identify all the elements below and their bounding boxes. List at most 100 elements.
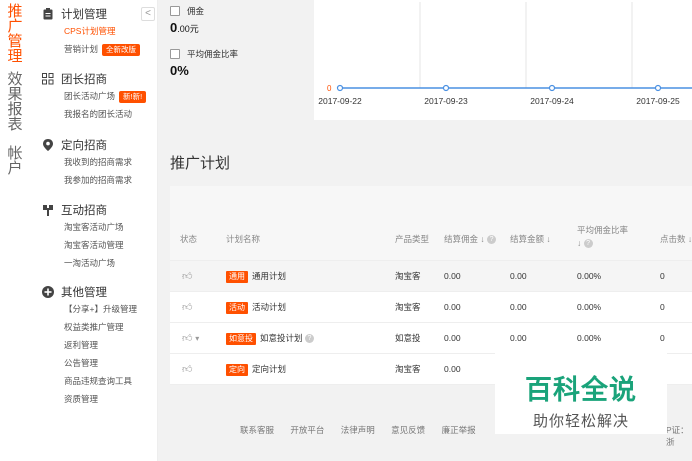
plan-name-cell[interactable]: 如意投 如意投计划 ? <box>226 323 314 354</box>
table-header: 状态 计划名称 产品类型 结算佣金 ↓ ? 结算金额 ↓ 平均佣金比率 ↓ ? 点… <box>170 186 692 261</box>
sidebar-item-violation-query[interactable]: 商品违规查询工具 <box>42 372 157 390</box>
data-point <box>336 84 344 92</box>
table-row[interactable]: 👍︎ ▾ 如意投 如意投计划 ? 如意投 0.00 0.00 0.00% 0 <box>170 323 692 354</box>
footer-link-support[interactable]: 联系客服 <box>240 425 274 435</box>
footer-license: P证：浙 <box>666 425 689 447</box>
plus-circle-icon <box>42 286 54 298</box>
trend-chart: 0 2017-09-22 2017-09-23 2017-09-24 2017-09-… <box>314 0 692 120</box>
help-icon[interactable]: ? <box>583 239 593 249</box>
avg-rate-checkbox[interactable] <box>170 49 180 59</box>
sidebar-collapse-button[interactable]: < <box>141 7 155 21</box>
clicks-cell: 0 <box>660 333 665 343</box>
sidebar-section-plan-management: 计划管理 CPS计划管理 营销计划 全新改版 <box>42 6 157 58</box>
sidebar-section-title: 团长招商 <box>61 74 107 86</box>
product-type-cell: 如意投 <box>395 333 421 343</box>
sort-down-icon: ↓ <box>687 234 692 244</box>
sidebar-item-taoke-activity-square[interactable]: 淘宝客活动广场 <box>42 218 157 236</box>
sidebar-item-my-leader-activities[interactable]: 我报名的团长活动 <box>42 105 157 123</box>
col-settled-commission[interactable]: 结算佣金 ↓ ? <box>444 233 497 245</box>
watermark-title: 百科全说 <box>525 375 637 405</box>
nav-account[interactable]: 帐户 <box>6 146 24 176</box>
plan-name-cell[interactable]: 活动 活动计划 <box>226 292 286 323</box>
stats-panel: 佣金 0.00元 平均佣金比率 0% <box>158 0 314 120</box>
chevron-down-icon[interactable]: ▾ <box>195 334 199 343</box>
rate-cell: 0.00% <box>577 271 602 281</box>
group-icon <box>42 73 54 85</box>
sidebar-item-joined-requests[interactable]: 我参加的招商需求 <box>42 171 157 189</box>
help-icon[interactable]: ? <box>304 334 314 344</box>
sidebar-item-rebate[interactable]: 返利管理 <box>42 336 157 354</box>
x-tick-label: 2017-09-23 <box>424 96 468 106</box>
watermark: 百科全说 助你轻松解决 <box>495 352 667 434</box>
commission-stat: 佣金 0.00元 <box>170 5 204 35</box>
data-point <box>442 84 450 92</box>
sort-down-icon: ↓ <box>577 238 582 248</box>
sort-down-icon: ↓ <box>546 234 551 244</box>
y-tick-label: 0 <box>327 84 332 93</box>
sidebar-section-leader-merchant: 团长招商 团长活动广场 新!新! 我报名的团长活动 <box>42 71 157 123</box>
status-thumb-icon[interactable]: 👍︎ <box>182 354 192 385</box>
sidebar-item-qualification[interactable]: 资质管理 <box>42 390 157 408</box>
col-product-type: 产品类型 <box>395 234 430 244</box>
sidebar-item-etao-activity-square[interactable]: 一淘活动广场 <box>42 254 157 272</box>
footer-link-feedback[interactable]: 意见反馈 <box>391 425 425 435</box>
commission-cell: 0.00 <box>444 364 461 374</box>
amount-cell: 0.00 <box>510 302 527 312</box>
status-thumb-icon[interactable]: 👍︎ <box>182 292 192 323</box>
commission-checkbox[interactable] <box>170 6 180 16</box>
clicks-cell: 0 <box>660 271 665 281</box>
col-settled-amount[interactable]: 结算金额 ↓ <box>510 233 551 245</box>
sidebar-item-marketing-plan[interactable]: 营销计划 全新改版 <box>42 40 157 58</box>
sidebar-item-equity-promotion[interactable]: 权益类推广管理 <box>42 318 157 336</box>
plan-name-cell[interactable]: 定向 定向计划 <box>226 354 286 385</box>
commission-value: 0.00元 <box>170 20 199 35</box>
commission-cell: 0.00 <box>444 271 461 281</box>
nav-promotion-management[interactable]: 推广管理 <box>6 4 24 64</box>
commission-cell: 0.00 <box>444 302 461 312</box>
plan-tag: 通用 <box>226 270 248 283</box>
commission-label: 佣金 <box>187 6 205 16</box>
sidebar-section-title: 定向招商 <box>61 140 107 152</box>
col-plan-name: 计划名称 <box>226 234 261 244</box>
handshake-icon <box>42 204 54 216</box>
footer-links: 联系客服 开放平台 法律声明 意见反馈 廉正举报 <box>240 424 490 436</box>
new-badge: 新!新! <box>119 90 147 103</box>
help-icon[interactable]: ? <box>487 235 497 245</box>
sidebar-section-title: 计划管理 <box>61 9 107 21</box>
sidebar-section-other-management: 其他管理 【分享+】升级管理 权益类推广管理 返利管理 公告管理 商品违规查询工… <box>42 284 157 408</box>
sidebar-item-leader-activity-square[interactable]: 团长活动广场 新!新! <box>42 87 157 105</box>
watermark-subtitle: 助你轻松解决 <box>532 413 629 430</box>
table-row[interactable]: 👍︎ 活动 活动计划 淘宝客 0.00 0.00 0.00% 0 <box>170 292 692 323</box>
sidebar-section-title: 其他管理 <box>61 287 107 299</box>
col-avg-rate[interactable]: 平均佣金比率 ↓ ? <box>577 224 639 250</box>
rate-cell: 0.00% <box>577 333 602 343</box>
status-thumb-icon[interactable]: 👍︎ ▾ <box>182 323 199 354</box>
footer-link-report[interactable]: 廉正举报 <box>442 425 476 435</box>
product-type-cell: 淘宝客 <box>395 302 421 312</box>
sidebar-item-announcements[interactable]: 公告管理 <box>42 354 157 372</box>
col-clicks[interactable]: 点击数 ↓ <box>660 233 692 245</box>
nav-performance-report[interactable]: 效果报表 <box>6 72 24 132</box>
plan-tag: 如意投 <box>226 332 256 345</box>
sidebar-item-cps-plans[interactable]: CPS计划管理 <box>42 22 157 40</box>
status-thumb-icon[interactable]: 👍︎ <box>182 261 192 292</box>
product-type-cell: 淘宝客 <box>395 364 421 374</box>
footer-link-open-platform[interactable]: 开放平台 <box>290 425 324 435</box>
commission-cell: 0.00 <box>444 333 461 343</box>
amount-cell: 0.00 <box>510 271 527 281</box>
data-point <box>548 84 556 92</box>
plan-name-cell[interactable]: 通用 通用计划 <box>226 261 286 292</box>
table-row[interactable]: 👍︎ 通用 通用计划 淘宝客 0.00 0.00 0.00% 0 <box>170 261 692 292</box>
clipboard-icon <box>42 8 54 20</box>
sidebar-section-title: 互动招商 <box>61 205 107 217</box>
location-icon <box>42 139 54 151</box>
avg-rate-label: 平均佣金比率 <box>187 49 239 59</box>
amount-cell: 0.00 <box>510 333 527 343</box>
page-title: 推广计划 <box>170 155 231 172</box>
sidebar-item-received-requests[interactable]: 我收到的招商需求 <box>42 153 157 171</box>
sidebar-item-share-upgrade[interactable]: 【分享+】升级管理 <box>42 300 157 318</box>
footer-link-legal[interactable]: 法律声明 <box>341 425 375 435</box>
sidebar-item-taoke-activity-management[interactable]: 淘宝客活动管理 <box>42 236 157 254</box>
col-status: 状态 <box>180 234 198 244</box>
secondary-sidebar: 计划管理 CPS计划管理 营销计划 全新改版 团长招商 团长活动广场 新!新! 我报… <box>30 0 158 461</box>
